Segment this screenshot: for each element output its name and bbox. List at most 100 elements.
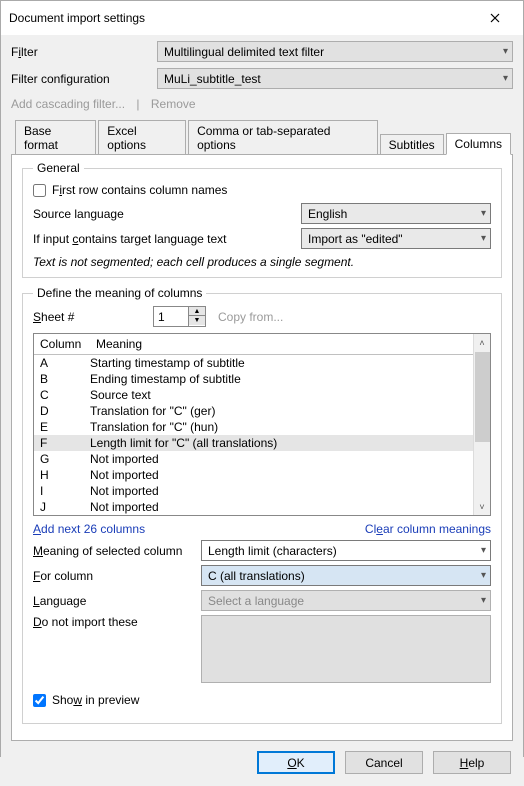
grid-scrollbar[interactable]: ˄ ˅ [473,334,490,515]
for-column-row: For column C (all translations) ▾ [33,565,491,586]
if-input-label: If input contains target language text [33,232,293,246]
dni-textarea [201,615,491,683]
dni-label: Do not import these [33,615,193,629]
tab-columns[interactable]: Columns [446,133,511,155]
column-letter: H [34,468,90,482]
columns-grid-body[interactable]: AStarting timestamp of subtitleBEnding t… [34,355,473,515]
column-letter: A [34,356,90,370]
sheet-spin-buttons: ▲ ▼ [188,307,205,326]
first-row-checkbox[interactable] [33,184,46,197]
scroll-down-button[interactable]: ˅ [474,498,490,515]
sheet-spin-down[interactable]: ▼ [189,316,205,325]
table-row[interactable]: AStarting timestamp of subtitle [34,355,473,371]
dni-row: Do not import these [33,615,491,683]
show-preview-checkbox[interactable] [33,694,46,707]
general-group: General First row contains column names … [22,161,502,278]
column-meaning: Source text [90,388,473,402]
tab-base-format[interactable]: Base format [15,120,96,155]
dialog-window: Document import settings Filter Multilin… [0,0,524,757]
close-icon [490,13,500,23]
close-button[interactable] [475,7,515,29]
meaning-selected-value: Length limit (characters) [208,544,337,558]
for-column-label: For column [33,569,193,583]
column-letter: E [34,420,90,434]
ok-button[interactable]: OK [257,751,335,774]
sheet-spin-up[interactable]: ▲ [189,307,205,316]
content-area: Filter Multilingual delimited text filte… [1,35,523,741]
chevron-down-icon: ▾ [481,208,486,219]
cancel-button[interactable]: Cancel [345,751,423,774]
column-meaning: Length limit for "C" (all translations) [90,436,473,450]
tab-subtitles[interactable]: Subtitles [380,134,444,155]
add-cascading-filter-link[interactable]: Add cascading filter... [11,97,125,111]
tab-csv-options[interactable]: Comma or tab-separated options [188,120,378,155]
language-value: Select a language [208,594,304,608]
column-letter: J [34,500,90,514]
table-row[interactable]: GNot imported [34,451,473,467]
first-row-checkbox-row: First row contains column names [33,183,491,197]
scroll-thumb[interactable] [475,352,490,442]
button-bar: OK Cancel Help [1,741,523,786]
show-preview-label: Show in preview [52,693,139,707]
column-meaning: Starting timestamp of subtitle [90,356,473,370]
help-button[interactable]: Help [433,751,511,774]
chevron-down-icon: ▾ [503,46,508,57]
table-row[interactable]: HNot imported [34,467,473,483]
chevron-down-icon: ▾ [503,73,508,84]
chevron-down-icon: ▾ [481,545,486,556]
meaning-selected-label: Meaning of selected column [33,544,193,558]
source-language-select[interactable]: English ▾ [301,203,491,224]
column-meaning: Not imported [90,500,473,514]
sheet-input[interactable] [154,307,188,326]
define-legend: Define the meaning of columns [33,286,206,300]
tab-excel-options[interactable]: Excel options [98,120,186,155]
filter-row: Filter Multilingual delimited text filte… [11,41,513,62]
table-row[interactable]: INot imported [34,483,473,499]
filter-config-select[interactable]: MuLi_subtitle_test ▾ [157,68,513,89]
column-meaning: Translation for "C" (ger) [90,404,473,418]
chevron-down-icon: ▾ [481,233,486,244]
titlebar-title: Document import settings [9,11,145,25]
scroll-up-button[interactable]: ˄ [474,334,490,351]
filter-label: Filter [11,45,151,59]
header-column: Column [34,334,90,354]
column-meaning: Ending timestamp of subtitle [90,372,473,386]
tab-strip: Base format Excel options Comma or tab-s… [11,120,513,155]
table-row[interactable]: DTranslation for "C" (ger) [34,403,473,419]
copy-from-link[interactable]: Copy from... [218,310,283,324]
chevron-down-icon: ▾ [481,595,486,606]
for-column-select[interactable]: C (all translations) ▾ [201,565,491,586]
segment-note: Text is not segmented; each cell produce… [33,255,491,269]
if-input-row: If input contains target language text I… [33,228,491,249]
filter-config-value: MuLi_subtitle_test [164,72,261,86]
table-row[interactable]: FLength limit for "C" (all translations) [34,435,473,451]
language-row: Language Select a language ▾ [33,590,491,611]
sheet-spinner[interactable]: ▲ ▼ [153,306,206,327]
clear-column-meanings-link[interactable]: Clear column meanings [365,522,491,536]
tab-panel: General First row contains column names … [11,154,513,741]
column-meaning: Not imported [90,452,473,466]
table-row[interactable]: CSource text [34,387,473,403]
remove-filter-link[interactable]: Remove [151,97,196,111]
first-row-label: First row contains column names [52,183,227,197]
filter-select[interactable]: Multilingual delimited text filter ▾ [157,41,513,62]
column-letter: B [34,372,90,386]
cascading-filter-row: Add cascading filter... | Remove [11,97,513,111]
table-row[interactable]: JNot imported [34,499,473,515]
source-language-label: Source language [33,207,293,221]
titlebar: Document import settings [1,1,523,35]
table-row[interactable]: ETranslation for "C" (hun) [34,419,473,435]
meaning-selected-select[interactable]: Length limit (characters) ▾ [201,540,491,561]
column-links-row: Add next 26 columns Clear column meaning… [33,522,491,536]
add-next-columns-link[interactable]: Add next 26 columns [33,522,145,536]
if-input-value: Import as "edited" [308,232,403,246]
general-legend: General [33,161,84,175]
column-letter: G [34,452,90,466]
table-row[interactable]: BEnding timestamp of subtitle [34,371,473,387]
if-input-select[interactable]: Import as "edited" ▾ [301,228,491,249]
filter-config-label: Filter configuration [11,72,151,86]
language-select: Select a language ▾ [201,590,491,611]
show-preview-row: Show in preview [33,693,491,707]
filter-value: Multilingual delimited text filter [164,45,324,59]
column-letter: C [34,388,90,402]
